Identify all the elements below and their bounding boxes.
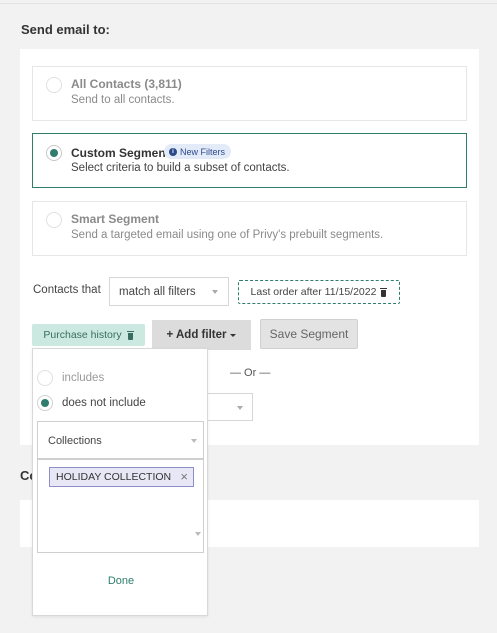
badge-label: New Filters xyxy=(180,146,226,157)
collections-select[interactable]: Collections xyxy=(37,421,204,459)
option-description: Send to all contacts. xyxy=(71,94,175,106)
add-filter-button[interactable]: + Add filter xyxy=(152,320,251,350)
secondary-select[interactable] xyxy=(203,393,253,421)
radio-includes-label[interactable]: includes xyxy=(62,372,104,384)
trash-icon[interactable] xyxy=(380,287,388,297)
active-filter-chip[interactable]: Last order after 11/15/2022 xyxy=(238,280,400,304)
add-filter-label: + Add filter xyxy=(166,329,227,341)
radio-custom-segment[interactable] xyxy=(46,145,62,161)
trash-icon[interactable] xyxy=(126,330,134,340)
save-segment-button[interactable]: Save Segment xyxy=(260,319,358,349)
or-divider: — Or — xyxy=(230,367,271,379)
tag-label: HOLIDAY COLLECTION xyxy=(56,471,172,483)
close-icon[interactable]: × xyxy=(180,470,188,484)
radio-includes[interactable] xyxy=(37,370,53,386)
chevron-down-icon xyxy=(237,406,243,410)
save-segment-label: Save Segment xyxy=(269,327,349,341)
option-title: All Contacts (3,811) xyxy=(71,77,182,91)
chevron-down-icon xyxy=(195,532,201,536)
purchase-history-label: Purchase history xyxy=(43,329,122,341)
caret-down-icon xyxy=(230,333,237,337)
purchase-history-chip[interactable]: Purchase history xyxy=(32,324,145,346)
option-description: Send a targeted email using one of Privy… xyxy=(71,229,384,241)
option-smart-segment[interactable]: Smart Segment Send a targeted email usin… xyxy=(32,201,467,256)
match-filters-select[interactable]: match all filters xyxy=(109,277,229,306)
new-filters-badge: i New Filters xyxy=(164,144,232,159)
collection-tags-input[interactable]: HOLIDAY COLLECTION × xyxy=(37,459,204,553)
chevron-down-icon xyxy=(191,439,197,443)
option-description: Select criteria to build a subset of con… xyxy=(71,162,290,174)
option-title: Smart Segment xyxy=(71,212,160,226)
filter-popover: includes does not include Collections HO… xyxy=(32,348,208,616)
filter-chip-label: Last order after 11/15/2022 xyxy=(250,286,377,298)
radio-does-not-include[interactable] xyxy=(37,395,53,411)
chevron-down-icon xyxy=(212,290,218,294)
section-heading: Send email to: xyxy=(21,22,110,37)
done-button[interactable]: Done xyxy=(33,575,209,587)
option-custom-segment[interactable]: Custom Segment Select criteria to build … xyxy=(32,133,467,188)
match-select-value: match all filters xyxy=(119,286,196,298)
radio-does-not-include-label[interactable]: does not include xyxy=(62,397,146,409)
contacts-that-label: Contacts that xyxy=(33,284,101,296)
info-icon: i xyxy=(169,147,177,156)
option-all-contacts[interactable]: All Contacts (3,811) Send to all contact… xyxy=(32,66,467,121)
collection-tag: HOLIDAY COLLECTION × xyxy=(49,467,194,487)
collections-select-value: Collections xyxy=(48,435,102,447)
top-bar xyxy=(0,0,497,4)
radio-smart-segment[interactable] xyxy=(46,212,62,228)
option-title: Custom Segment xyxy=(71,146,170,160)
radio-all-contacts[interactable] xyxy=(46,77,62,93)
